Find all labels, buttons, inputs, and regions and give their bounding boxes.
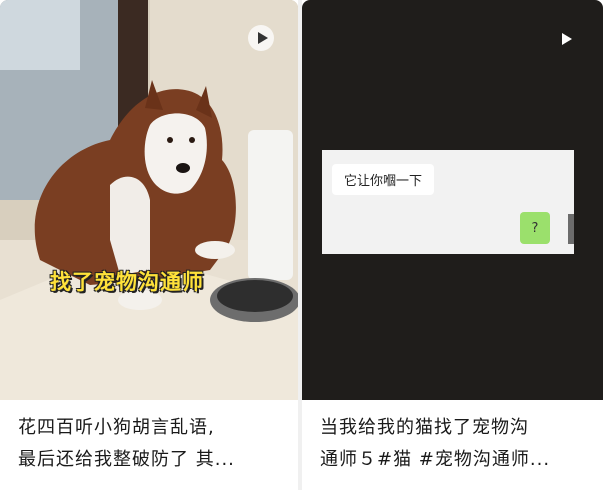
outgoing-message-bubble: ? — [520, 212, 550, 244]
video-card-2[interactable]: 它让你嗰一下 ? 当我给我的猫找了宠物沟 通师５#猫 #宠物沟通师... — [302, 0, 603, 490]
caption-line-2: 通师５#猫 #宠物沟通师... — [320, 449, 551, 470]
video-thumbnail-dog[interactable]: 找了宠物沟通师 — [0, 0, 298, 400]
chat-screenshot: 它让你嗰一下 ? — [322, 150, 574, 254]
incoming-message-bubble: 它让你嗰一下 — [332, 164, 435, 195]
video-overlay-title: 找了宠物沟通师 — [50, 270, 204, 294]
video-caption[interactable]: 花四百听小狗胡言乱语, 最后还给我整破防了 其... — [18, 412, 286, 476]
video-thumbnail-chat[interactable]: 它让你嗰一下 ? — [302, 0, 603, 400]
video-card-1[interactable]: 找了宠物沟通师 花四百听小狗胡言乱语, 最后还给我整破防了 其... — [0, 0, 298, 490]
caption-line-1: 当我给我的猫找了宠物沟 — [320, 417, 529, 438]
play-icon[interactable] — [248, 25, 274, 51]
play-triangle — [257, 32, 268, 44]
play-triangle — [561, 33, 572, 45]
avatar — [568, 214, 574, 244]
caption-line-1: 花四百听小狗胡言乱语, — [18, 417, 215, 438]
play-icon[interactable] — [552, 26, 578, 52]
video-caption[interactable]: 当我给我的猫找了宠物沟 通师５#猫 #宠物沟通师... — [320, 412, 591, 476]
caption-line-2: 最后还给我整破防了 其... — [18, 449, 235, 470]
husky-photo — [0, 0, 298, 400]
